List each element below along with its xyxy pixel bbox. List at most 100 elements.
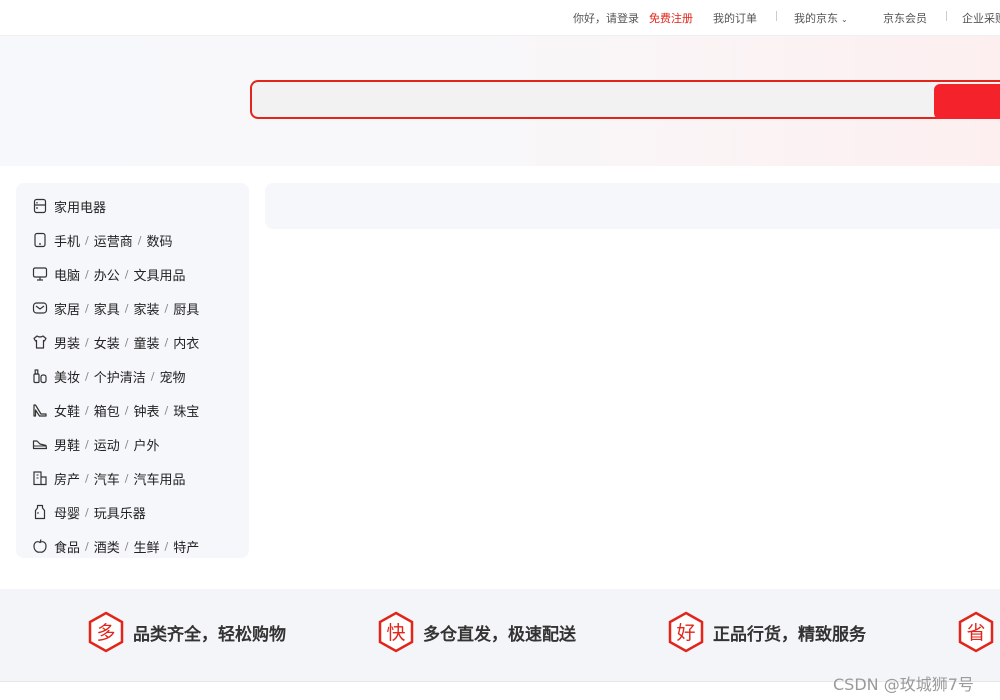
category-link[interactable]: 食品 (54, 537, 80, 556)
high-heel-icon (33, 404, 47, 417)
enterprise-link[interactable]: 企业采购 (962, 10, 1000, 26)
slash-separator: / (85, 301, 89, 315)
slash-separator: / (124, 539, 129, 553)
login-greeting[interactable]: 你好，请登录 (573, 10, 639, 26)
category-link[interactable]: 办公 (94, 265, 120, 284)
slash-separator: / (85, 539, 89, 553)
category-link[interactable]: 男装 (54, 333, 80, 352)
category-item-sports[interactable]: 男鞋 / 运动 / 户外 (32, 432, 159, 456)
slash-separator: / (85, 267, 89, 281)
category-link[interactable]: 美妆 (54, 367, 80, 386)
feature-text: 品类齐全，轻松购物 (133, 624, 286, 645)
category-item-beauty[interactable]: 美妆 / 个护清洁 / 宠物 (32, 364, 185, 388)
category-link[interactable]: 户外 (133, 435, 159, 454)
feature-badge-text: 快 (386, 622, 405, 644)
search-button[interactable] (934, 84, 1000, 119)
category-link[interactable]: 个护清洁 (94, 367, 146, 386)
category-link[interactable]: 汽车 (94, 469, 120, 488)
divider (776, 11, 777, 21)
feature-badge-text: 省 (966, 622, 985, 644)
category-link[interactable]: 厨具 (173, 299, 199, 318)
category-item-food[interactable]: 食品 / 酒类 / 生鲜 / 特产 (32, 534, 199, 558)
sofa-icon (32, 302, 48, 314)
apple-icon (33, 539, 47, 553)
category-link[interactable]: 珠宝 (173, 401, 199, 420)
csdn-watermark: CSDN @玫城狮7号 (833, 675, 974, 694)
divider (946, 11, 947, 21)
member-link[interactable]: 京东会员 (883, 10, 927, 26)
search-box (250, 80, 1000, 119)
hexagon-badge-icon: 好 (668, 611, 704, 653)
category-link[interactable]: 内衣 (173, 333, 199, 352)
category-link[interactable]: 男鞋 (54, 435, 80, 454)
category-link[interactable]: 运动 (94, 435, 120, 454)
slash-separator: / (164, 335, 169, 349)
hexagon-badge-icon: 省 (958, 611, 994, 653)
slash-separator: / (124, 267, 129, 281)
category-link[interactable]: 家装 (133, 299, 159, 318)
category-item-computers[interactable]: 电脑 / 办公 / 文具用品 (32, 262, 185, 286)
register-link[interactable]: 免费注册 (649, 10, 693, 26)
feature-badge-text: 多 (96, 622, 115, 644)
slash-separator: / (124, 403, 129, 417)
category-item-home[interactable]: 家居 / 家具 / 家装 / 厨具 (32, 296, 199, 320)
category-link[interactable]: 汽车用品 (133, 469, 185, 488)
sneaker-icon (32, 440, 48, 450)
hexagon-badge-icon: 快 (378, 611, 414, 653)
category-link[interactable]: 生鲜 (133, 537, 159, 556)
category-link[interactable]: 特产 (173, 537, 199, 556)
slash-separator: / (164, 403, 169, 417)
category-link[interactable]: 玩具乐器 (94, 503, 146, 522)
category-link[interactable]: 房产 (54, 469, 80, 488)
category-link[interactable]: 酒类 (94, 537, 120, 556)
slash-separator: / (124, 437, 129, 451)
category-link[interactable]: 钟表 (133, 401, 159, 420)
category-link[interactable]: 手机 (54, 231, 80, 250)
top-banner-placeholder (265, 183, 1000, 229)
feature-text: 多仓直发，极速配送 (423, 624, 576, 645)
search-input[interactable] (260, 86, 924, 116)
category-item-appliances[interactable]: 家用电器 (32, 194, 106, 218)
category-link[interactable]: 文具用品 (133, 265, 185, 284)
slash-separator: / (164, 539, 169, 553)
category-link[interactable]: 数码 (146, 231, 172, 250)
feature-item: 多 品类齐全，轻松购物 (87, 611, 286, 653)
slash-separator: / (85, 471, 89, 485)
category-item-property-auto[interactable]: 房产 / 汽车 / 汽车用品 (32, 466, 185, 490)
my-jd-menu[interactable]: 我的京东 ⌄ (794, 10, 848, 26)
category-link[interactable]: 母婴 (54, 503, 80, 522)
slash-separator: / (85, 335, 89, 349)
my-jd-label: 我的京东 (794, 12, 838, 25)
feature-text: 正品行货，精致服务 (713, 624, 866, 645)
appliance-icon (33, 198, 47, 214)
category-link[interactable]: 女鞋 (54, 401, 80, 420)
category-link[interactable]: 家居 (54, 299, 80, 318)
my-orders-link[interactable]: 我的订单 (713, 10, 757, 26)
slash-separator: / (85, 369, 89, 383)
building-icon (33, 471, 47, 486)
phone-icon (34, 232, 46, 248)
category-link[interactable]: 家用电器 (54, 197, 106, 216)
category-link[interactable]: 电脑 (54, 265, 80, 284)
shirt-icon (33, 335, 47, 349)
category-link[interactable]: 宠物 (159, 367, 185, 386)
feature-item: 好 正品行货，精致服务 (667, 611, 866, 653)
slash-separator: / (85, 437, 89, 451)
category-link[interactable]: 女装 (94, 333, 120, 352)
category-item-phones[interactable]: 手机 / 运营商 / 数码 (32, 228, 172, 252)
category-link[interactable]: 家具 (94, 299, 120, 318)
hexagon-badge-icon: 多 (88, 611, 124, 653)
cosmetics-icon (33, 369, 47, 384)
category-item-baby[interactable]: 母婴 / 玩具乐器 (32, 500, 146, 524)
category-item-clothing[interactable]: 男装 / 女装 / 童装 / 内衣 (32, 330, 199, 354)
computer-icon (32, 267, 48, 281)
category-link[interactable]: 童装 (133, 333, 159, 352)
category-link[interactable]: 箱包 (94, 401, 120, 420)
slash-separator: / (164, 301, 169, 315)
category-link[interactable]: 运营商 (94, 231, 133, 250)
category-menu: 家用电器 手机 / 运营商 / 数码 电脑 / 办公 / 文具用品 家居 / 家… (16, 183, 249, 558)
category-item-shoes-bags[interactable]: 女鞋 / 箱包 / 钟表 / 珠宝 (32, 398, 199, 422)
slash-separator: / (85, 505, 89, 519)
chevron-down-icon: ⌄ (841, 15, 848, 24)
slash-separator: / (85, 403, 89, 417)
